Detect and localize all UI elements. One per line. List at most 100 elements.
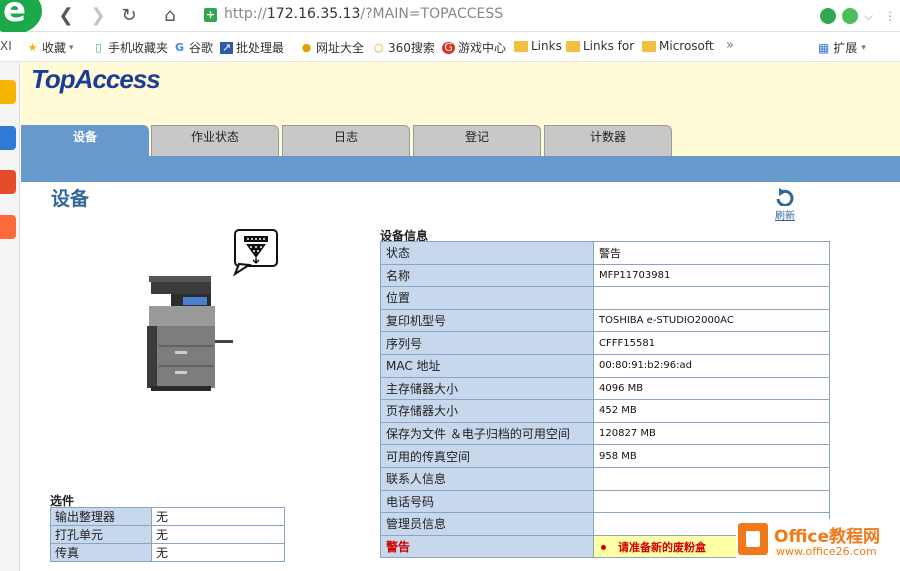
watermark-brand: Office教程网 bbox=[774, 527, 881, 547]
bookmark-favorites[interactable]: ★ 收藏 ▾ bbox=[26, 39, 74, 56]
info-key: 页存储器大小 bbox=[380, 399, 594, 423]
warning-key: 警告 bbox=[380, 534, 594, 559]
page-title: 设备 bbox=[51, 188, 90, 210]
address-bar[interactable]: http://172.16.35.13/?MAIN=TOPACCESS bbox=[224, 6, 503, 22]
bookmark-batch[interactable]: ↗ 批处理最 bbox=[220, 39, 284, 56]
info-key: 序列号 bbox=[380, 331, 594, 355]
extensions-button[interactable]: ▦ 扩展 ▾ bbox=[818, 39, 866, 56]
menu-icon[interactable]: ⋮ bbox=[884, 9, 896, 23]
folder-icon bbox=[566, 40, 580, 52]
url-scheme: http:// bbox=[224, 6, 267, 22]
info-key: 管理员信息 bbox=[380, 512, 594, 536]
weibo-rail-icon[interactable] bbox=[0, 170, 16, 194]
option-key: 传真 bbox=[50, 543, 152, 562]
bookmarks-bar: XI ★ 收藏 ▾ ▯ 手机收藏夹 G 谷歌 ↗ 批处理最 ● 网址大全 ○ 360搜索 G游… bbox=[0, 32, 900, 62]
chevron-down-icon[interactable]: ⌵ bbox=[864, 9, 878, 24]
info-key: 位置 bbox=[380, 286, 594, 310]
mail-rail-icon[interactable] bbox=[0, 215, 16, 239]
bookmark-microsoft[interactable]: Microsoft bbox=[642, 39, 714, 53]
grid-icon: ▦ bbox=[818, 40, 830, 55]
table-row: 页存储器大小 452 MB bbox=[380, 399, 830, 423]
info-key: 可用的传真空间 bbox=[380, 444, 594, 468]
warning-message: 请准备新的废粉盒 bbox=[618, 540, 706, 554]
table-row: 打孔单元无 bbox=[50, 525, 285, 544]
options-table: 输出整理器无 打孔单元无 传真无 bbox=[50, 507, 285, 562]
back-button[interactable]: ❮ bbox=[54, 4, 78, 28]
table-row: 保存为文件 ＆电子归档的可用空间 120827 MB bbox=[380, 421, 830, 446]
forward-button[interactable]: ❯ bbox=[86, 4, 110, 28]
refresh-icon bbox=[776, 188, 794, 207]
folder-icon bbox=[642, 40, 656, 52]
info-key: 状态 bbox=[380, 241, 594, 265]
option-value: 无 bbox=[151, 543, 285, 562]
refresh-label: 刷新 bbox=[775, 211, 795, 222]
main-tabs: 设备 作业状态 日志 登记 计数器 bbox=[21, 125, 900, 158]
chevron-down-icon: ▾ bbox=[861, 42, 866, 53]
info-value bbox=[593, 489, 830, 514]
tab-strip bbox=[21, 156, 900, 182]
info-value: MFP11703981 bbox=[593, 263, 830, 288]
tab-counter[interactable]: 计数器 bbox=[544, 125, 672, 156]
url-host: 172.16.35.13 bbox=[266, 6, 361, 22]
office-logo-icon bbox=[738, 523, 768, 555]
info-key: 联系人信息 bbox=[380, 466, 594, 491]
device-info-table: 状态 警告 名称 MFP11703981 位置 复印机型号 TOSHIBA e-STU… bbox=[380, 241, 830, 559]
tab-device[interactable]: 设备 bbox=[21, 125, 149, 156]
bookmark-games[interactable]: G 游戏中心 bbox=[442, 39, 506, 56]
refresh-button[interactable]: 刷新 bbox=[772, 188, 798, 222]
site-watermark: Office教程网 www.office26.com bbox=[736, 519, 900, 565]
bookmark-google[interactable]: G 谷歌 bbox=[173, 39, 213, 56]
browser-toolbar: ❮ ❯ ↻ ⌂ + http://172.16.35.13/?MAIN=TOPA… bbox=[0, 0, 900, 34]
phone-icon: ▯ bbox=[95, 40, 102, 54]
info-key: 保存为文件 ＆电子归档的可用空间 bbox=[380, 421, 594, 446]
topaccess-logo: TopAccess bbox=[31, 64, 161, 94]
side-rail bbox=[0, 62, 20, 571]
printer-illustration bbox=[147, 229, 278, 391]
table-row: 传真无 bbox=[50, 543, 285, 562]
reload-button[interactable]: ↻ bbox=[117, 4, 141, 28]
bookmark-links-for[interactable]: Links for bbox=[566, 39, 634, 53]
favorites-rail-icon[interactable] bbox=[0, 80, 16, 104]
bookmarks-more-button[interactable]: » bbox=[726, 38, 734, 53]
info-value bbox=[593, 466, 830, 491]
bookmark-icon: ↗ bbox=[220, 40, 233, 54]
option-key: 打孔单元 bbox=[50, 525, 152, 544]
info-key: 主存储器大小 bbox=[380, 376, 594, 401]
speed-mode-icon[interactable] bbox=[820, 8, 836, 24]
globe-icon: ● bbox=[301, 40, 312, 54]
bookmark-portal[interactable]: ● 网址大全 bbox=[300, 39, 364, 56]
info-value bbox=[593, 286, 830, 310]
info-value: 958 MB bbox=[593, 444, 830, 468]
warning-bubble-icon bbox=[232, 229, 278, 277]
bookmark-mobile[interactable]: ▯ 手机收藏夹 bbox=[92, 39, 168, 56]
toolbar-right: ⌵ ⋮ bbox=[820, 5, 900, 27]
tab-registration[interactable]: 登记 bbox=[413, 125, 541, 156]
game-icon: G bbox=[442, 41, 455, 54]
tab-job-status[interactable]: 作业状态 bbox=[151, 125, 279, 156]
option-value: 无 bbox=[151, 525, 285, 544]
watermark-site: www.office26.com bbox=[776, 545, 877, 558]
info-key: MAC 地址 bbox=[380, 353, 594, 378]
bookmark-partial[interactable]: XI bbox=[0, 39, 12, 53]
bookmark-links[interactable]: Links bbox=[514, 39, 562, 53]
table-row: 主存储器大小 4096 MB bbox=[380, 376, 830, 401]
url-path: /?MAIN=TOPACCESS bbox=[360, 6, 504, 22]
search-icon: ○ bbox=[373, 40, 384, 54]
notes-rail-icon[interactable] bbox=[0, 126, 16, 150]
leaf-icon[interactable] bbox=[842, 8, 858, 24]
info-value: 452 MB bbox=[593, 399, 830, 423]
info-value: CFFF15581 bbox=[593, 331, 830, 355]
topaccess-page: TopAccess 设备 作业状态 日志 登记 计数器 设备 刷新 设备信息 状… bbox=[21, 62, 900, 571]
home-button[interactable]: ⌂ bbox=[158, 4, 182, 28]
option-value: 无 bbox=[151, 507, 285, 526]
status-value: 警告 bbox=[593, 241, 830, 265]
info-value: 4096 MB bbox=[593, 376, 830, 401]
info-value: TOSHIBA e-STUDIO2000AC bbox=[593, 308, 830, 333]
table-row: MAC 地址 00:80:91:b2:96:ad bbox=[380, 353, 830, 378]
info-key: 电话号码 bbox=[380, 489, 594, 514]
info-value: 120827 MB bbox=[593, 421, 830, 446]
security-icon[interactable]: + bbox=[204, 8, 217, 22]
bookmark-360search[interactable]: ○ 360搜索 bbox=[372, 39, 435, 56]
table-row: 联系人信息 bbox=[380, 466, 830, 491]
tab-log[interactable]: 日志 bbox=[282, 125, 410, 156]
